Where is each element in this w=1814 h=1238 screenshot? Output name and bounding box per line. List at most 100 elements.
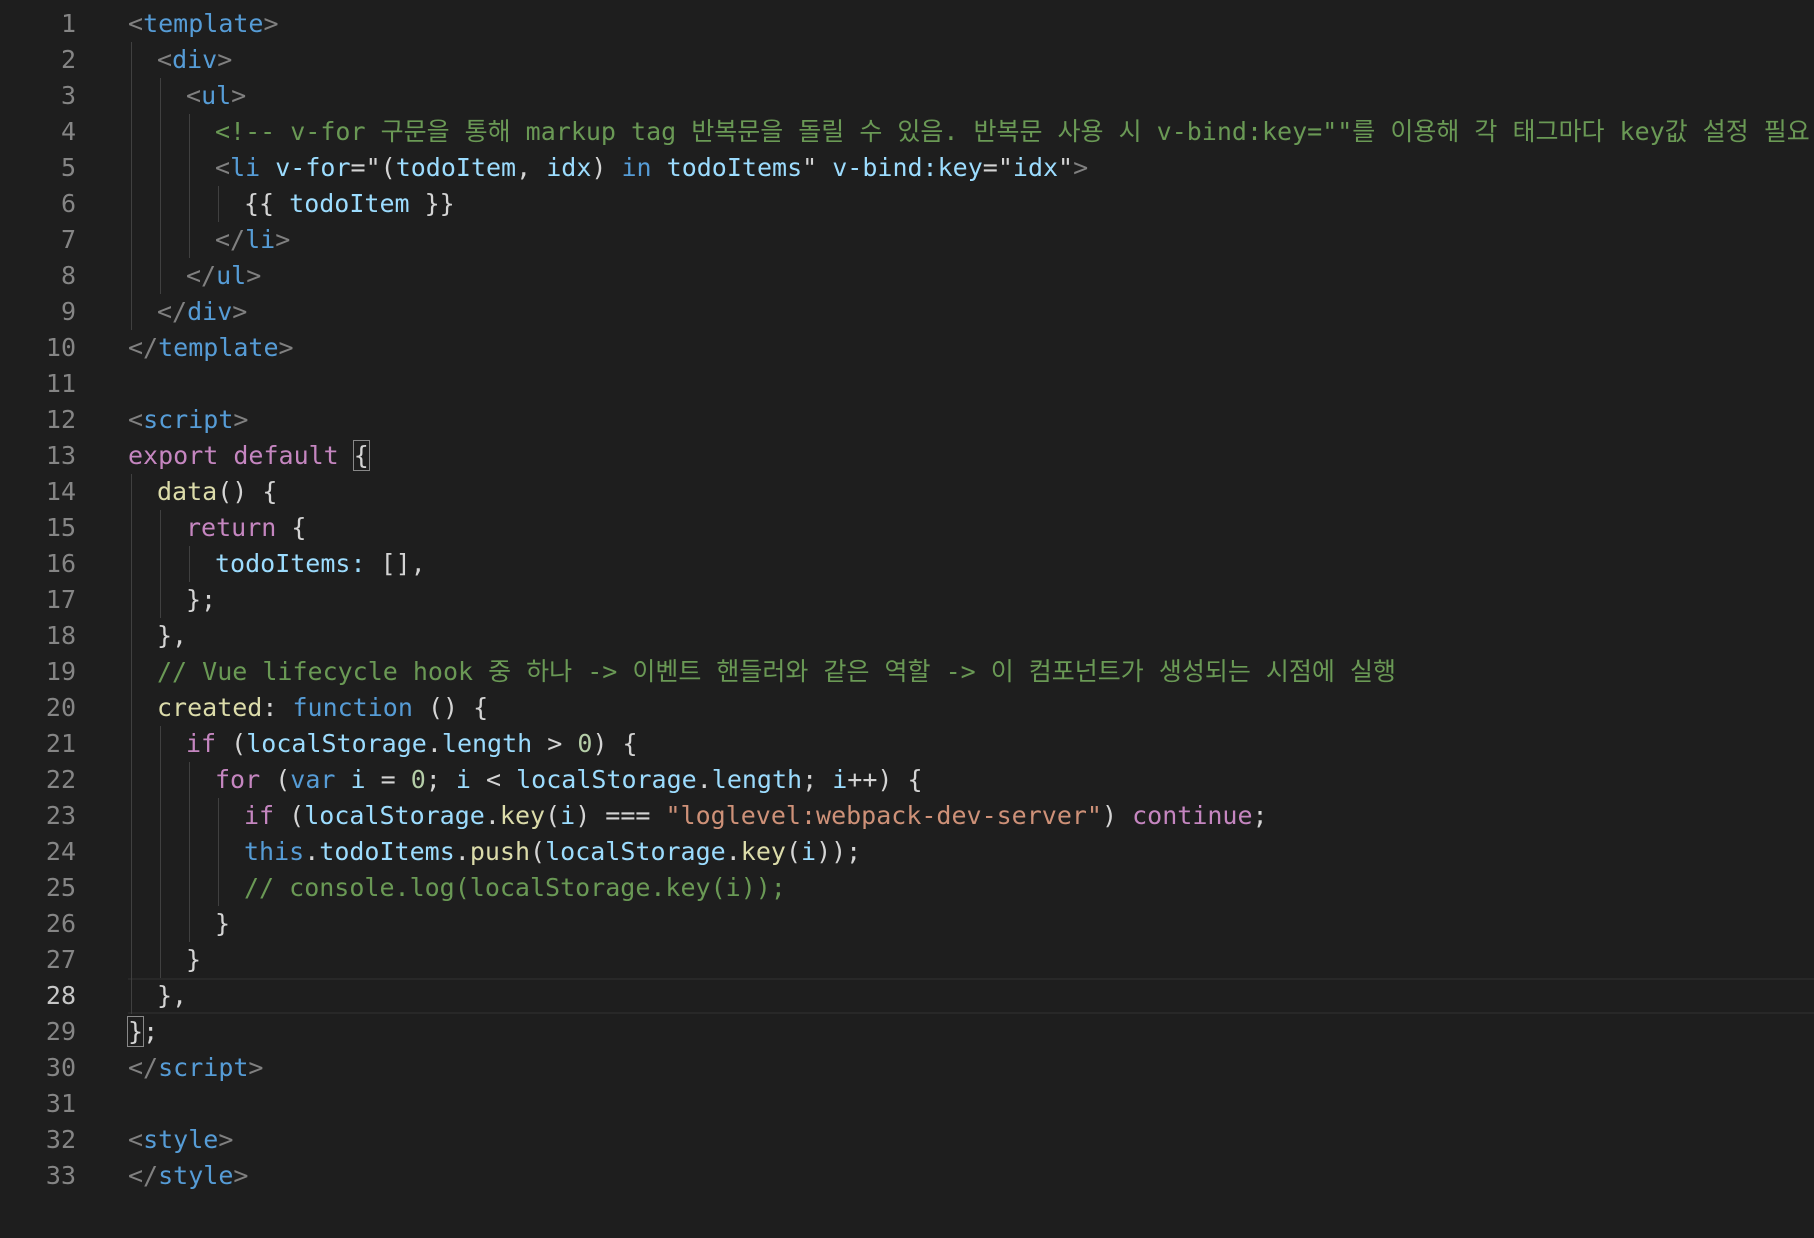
code-token: <: [128, 1125, 144, 1154]
indent-guide: [131, 222, 132, 258]
code-line[interactable]: 32 <style>: [0, 1122, 1814, 1158]
indent-guide: [131, 978, 132, 1014]
code-line[interactable]: 15 return {: [0, 510, 1814, 546]
code-line[interactable]: 18},: [0, 618, 1814, 654]
line-number: 6: [60, 189, 76, 218]
code-text: this.todoItems.push(localStorage.key(i))…: [244, 834, 861, 870]
code-token: var: [290, 765, 336, 794]
code-line[interactable]: 11: [0, 366, 1814, 402]
indent-guide: [131, 186, 132, 222]
code-token: ;: [143, 1017, 159, 1046]
code-line[interactable]: 22 for (var i = 0; i < localStorage.lengt…: [0, 762, 1814, 798]
line-number: 18: [45, 621, 76, 650]
line-number: 8: [60, 261, 76, 290]
indent-guide: [131, 618, 132, 654]
code-token: 0: [577, 729, 593, 758]
code-line[interactable]: 14 data() {: [0, 474, 1814, 510]
code-token: todoItems: [215, 549, 351, 578]
line-number: 3: [60, 81, 76, 110]
code-token: ": [802, 153, 818, 182]
code-token: =: [365, 765, 411, 794]
code-text: };: [126, 1014, 159, 1050]
line-number: 13: [45, 441, 76, 470]
code-line[interactable]: 30 </script>: [0, 1050, 1814, 1086]
indent-guide: [131, 690, 132, 726]
code-line[interactable]: 33 </style>: [0, 1158, 1814, 1194]
indent-guide: [160, 870, 161, 906]
line-number: 7: [60, 225, 76, 254]
code-token: this: [244, 837, 305, 866]
code-token: (: [380, 153, 396, 182]
code-token: >: [218, 1125, 234, 1154]
code-text: return {: [186, 510, 306, 546]
code-line[interactable]: 27}: [0, 942, 1814, 978]
code-line[interactable]: 3 <ul>: [0, 78, 1814, 114]
code-line[interactable]: 6 {{ todoItem }}: [0, 186, 1814, 222]
indent-guide: [131, 150, 132, 186]
code-token: return: [186, 513, 277, 542]
code-token: }: [215, 909, 231, 938]
indent-guide: [131, 114, 132, 150]
code-token: // Vue lifecycle hook 중 하나 -> 이벤트 핸들러와 같…: [157, 657, 1396, 686]
code-text: }: [186, 942, 201, 978]
code-line[interactable]: 4 <!-- v-for 구문을 통해 markup tag 반복문을 돌릴 수 …: [0, 114, 1814, 150]
code-text: </style>: [128, 1158, 248, 1194]
code-line[interactable]: 10 </template>: [0, 330, 1814, 366]
code-token: ": [997, 153, 1013, 182]
indent-guide: [189, 186, 190, 222]
code-line[interactable]: 1 <template>: [0, 6, 1814, 42]
code-line[interactable]: 9 </div>: [0, 294, 1814, 330]
line-number: 29: [45, 1017, 76, 1046]
code-line[interactable]: 31: [0, 1086, 1814, 1122]
code-line[interactable]: 17};: [0, 582, 1814, 618]
code-line[interactable]: 29};: [0, 1014, 1814, 1050]
indent-guide: [160, 222, 161, 258]
code-line[interactable]: 24 this.todoItems.push(localStorage.key(i…: [0, 834, 1814, 870]
code-token: i: [455, 765, 471, 794]
code-text: <template>: [128, 6, 279, 42]
code-token: push: [469, 837, 531, 866]
code-line[interactable]: 5 <li v-for="(todoItem, idx) in todoItems…: [0, 150, 1814, 186]
code-token: <: [128, 405, 144, 434]
code-text: if (localStorage.key(i) === "loglevel:we…: [244, 798, 1268, 834]
code-token: </: [215, 225, 246, 254]
code-line[interactable]: 7 </li>: [0, 222, 1814, 258]
code-line[interactable]: 25 // console.log(localStorage.key(i));: [0, 870, 1814, 906]
indent-guide: [131, 294, 132, 330]
line-number: 27: [45, 945, 76, 974]
code-token: todoItems: [319, 837, 455, 866]
code-line[interactable]: 12 <script>: [0, 402, 1814, 438]
code-text: // console.log(localStorage.key(i));: [244, 870, 786, 906]
code-token: style: [143, 1125, 219, 1154]
code-line[interactable]: 19 // Vue lifecycle hook 중 하나 -> 이벤트 핸들러와…: [0, 654, 1814, 690]
indent-guide: [189, 906, 190, 942]
line-number: 31: [45, 1089, 76, 1118]
code-token: =: [982, 153, 998, 182]
code-line[interactable]: 2 <div>: [0, 42, 1814, 78]
code-line[interactable]: 16 todoItems: [],: [0, 546, 1814, 582]
code-line[interactable]: 20 created: function () {: [0, 690, 1814, 726]
code-token: </: [186, 261, 217, 290]
code-token: "loglevel:webpack-dev-server": [665, 801, 1103, 830]
code-token: ul: [201, 81, 232, 110]
code-token: (: [530, 837, 546, 866]
indent-guide: [189, 222, 190, 258]
line-number: 10: [45, 333, 76, 362]
code-text: </ul>: [186, 258, 261, 294]
code-line[interactable]: 8 </ul>: [0, 258, 1814, 294]
code-token: todoItem: [395, 153, 517, 182]
indent-guide: [160, 582, 161, 618]
code-line[interactable]: 23 if (localStorage.key(i) === "loglevel:…: [0, 798, 1814, 834]
code-line[interactable]: 21 if (localStorage.length > 0) {: [0, 726, 1814, 762]
code-line[interactable]: 26}: [0, 906, 1814, 942]
code-token: ): [1102, 801, 1133, 830]
code-token: () {: [412, 693, 489, 722]
code-token: export: [128, 441, 219, 470]
code-editor[interactable]: 1 <template> 2 <div> 3 <ul> 4 <!-- v-for 구문을 통해…: [0, 0, 1814, 1238]
code-token: localStorage: [246, 729, 427, 758]
code-text: <style>: [128, 1122, 233, 1158]
code-line[interactable]: 13 export default {: [0, 438, 1814, 474]
code-line[interactable]: 28},: [0, 978, 1814, 1014]
